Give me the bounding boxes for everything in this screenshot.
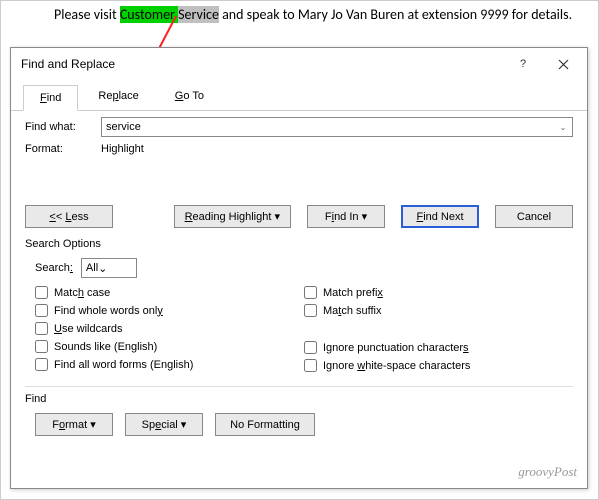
format-value: Highlight xyxy=(101,143,144,155)
find-what-label: Find what: xyxy=(25,121,101,133)
dialog-titlebar: Find and Replace ? xyxy=(11,48,587,80)
find-what-value: service xyxy=(106,121,141,133)
format-label: Format: xyxy=(25,143,101,155)
format-button[interactable]: Format ▾ xyxy=(35,413,113,436)
help-button[interactable]: ? xyxy=(503,50,543,78)
close-icon xyxy=(558,59,569,70)
sounds-like-checkbox[interactable]: Sounds like (English) xyxy=(35,340,304,353)
less-button[interactable]: << Less xyxy=(25,205,113,228)
match-prefix-checkbox[interactable]: Match prefix xyxy=(304,286,573,299)
search-direction-select[interactable]: All ⌄ xyxy=(81,258,137,278)
close-button[interactable] xyxy=(543,50,583,78)
find-replace-dialog: Find and Replace ? Find Replace Go To Fi… xyxy=(10,47,588,489)
search-direction-value: All xyxy=(86,262,98,274)
dropdown-icon: ⌄ xyxy=(98,262,107,275)
reading-highlight-button[interactable]: Reading Highlight ▾ xyxy=(174,205,291,228)
search-direction-label: Search: xyxy=(35,262,73,274)
find-next-button[interactable]: Find Next xyxy=(401,205,479,228)
match-case-checkbox[interactable]: Match case xyxy=(35,286,304,299)
doc-text-post: and speak to Mary Jo Van Buren at extens… xyxy=(219,6,572,23)
doc-text-pre: Please visit xyxy=(54,6,120,23)
search-options-label: Search Options xyxy=(25,238,573,250)
ignore-punct-checkbox[interactable]: Ignore punctuation characters xyxy=(304,341,573,354)
cancel-button[interactable]: Cancel xyxy=(495,205,573,228)
match-suffix-checkbox[interactable]: Match suffix xyxy=(304,304,573,317)
wildcards-checkbox[interactable]: Use wildcards xyxy=(35,322,304,335)
find-section-label: Find xyxy=(25,393,573,405)
whole-words-checkbox[interactable]: Find whole words only xyxy=(35,304,304,317)
find-in-button[interactable]: Find In ▾ xyxy=(307,205,385,228)
special-button[interactable]: Special ▾ xyxy=(125,413,203,436)
word-forms-checkbox[interactable]: Find all word forms (English) xyxy=(35,358,304,371)
dialog-title: Find and Replace xyxy=(21,57,503,71)
dropdown-icon: ⌄ xyxy=(555,119,571,135)
watermark: groovyPost xyxy=(518,464,577,480)
no-formatting-button[interactable]: No Formatting xyxy=(215,413,315,436)
ignore-whitespace-checkbox[interactable]: Ignore white-space characters xyxy=(304,359,573,372)
find-what-input[interactable]: service ⌄ xyxy=(101,117,573,137)
